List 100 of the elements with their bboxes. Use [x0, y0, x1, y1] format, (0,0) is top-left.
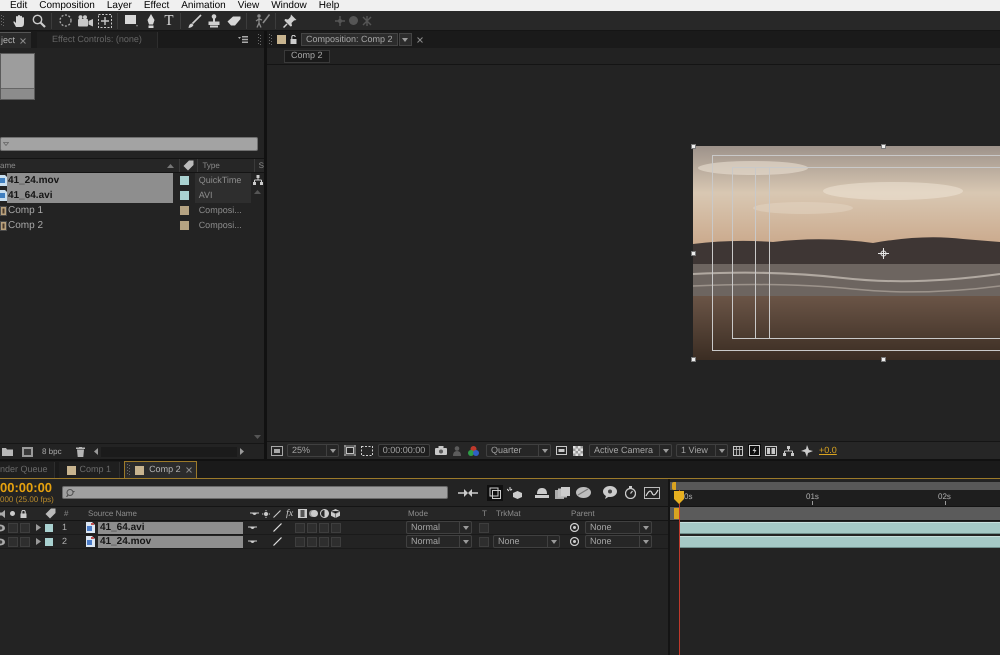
menu-item[interactable]: Edit: [10, 0, 28, 11]
parent-dropdown[interactable]: None: [585, 535, 652, 548]
ring-dot-icon[interactable]: [570, 523, 579, 532]
stopwatch-icon[interactable]: [625, 486, 636, 499]
menu-item[interactable]: Layer: [106, 0, 132, 11]
lightning-frame-icon[interactable]: [748, 444, 761, 457]
current-time[interactable]: 00:00:00: [0, 480, 60, 494]
line-dome-icon[interactable]: [248, 524, 257, 530]
column-header[interactable]: T: [482, 508, 492, 520]
column-header[interactable]: Type: [202, 160, 254, 172]
flowchart-icon[interactable]: [783, 446, 794, 456]
scroll-right-arrow-icon[interactable]: [240, 448, 244, 455]
flowchart-icon[interactable]: [252, 175, 262, 185]
eye-icon[interactable]: [0, 524, 5, 532]
trash-icon[interactable]: [76, 446, 85, 456]
cube-icon[interactable]: [331, 509, 340, 518]
sparkle-icon[interactable]: [801, 444, 813, 456]
layer-switch[interactable]: [319, 536, 329, 546]
column-header[interactable]: S: [258, 160, 264, 172]
rgb-circles-icon[interactable]: [468, 446, 479, 456]
framed-rectangle-icon[interactable]: [271, 446, 283, 456]
column-header[interactable]: Parent: [571, 508, 595, 520]
camera-dropdown[interactable]: Active Camera: [589, 444, 672, 457]
layer-name[interactable]: 41_64.avi: [98, 522, 243, 534]
label-swatch-icon[interactable]: [180, 221, 189, 230]
lock-icon[interactable]: [20, 510, 27, 518]
label-swatch-icon[interactable]: [45, 524, 53, 532]
time-ruler[interactable]: 0s 01s 02s: [670, 490, 1000, 506]
layer-name[interactable]: 41_24.mov: [98, 536, 243, 548]
overlapping-squares-icon[interactable]: [487, 484, 503, 500]
close-icon[interactable]: [416, 36, 423, 42]
transparency-switch[interactable]: [479, 522, 489, 532]
column-header[interactable]: Mode: [408, 508, 478, 520]
stacked-squares-icon[interactable]: [555, 486, 570, 498]
brush-icon[interactable]: [188, 14, 202, 28]
camera-icon[interactable]: [435, 446, 447, 455]
search-icon[interactable]: [32, 14, 46, 28]
menu-item[interactable]: Composition: [39, 0, 95, 11]
blend-mode-dropdown[interactable]: Normal: [406, 535, 472, 548]
layer-switch[interactable]: [307, 536, 317, 546]
eye-icon[interactable]: [0, 538, 5, 546]
layer-switch[interactable]: [331, 536, 341, 546]
dome-bar-icon[interactable]: [535, 487, 549, 498]
layer-duration-bar[interactable]: [679, 522, 1000, 534]
view-layout-dropdown[interactable]: 1 View: [676, 444, 728, 457]
pin-icon[interactable]: [283, 14, 297, 28]
speech-bubble-icon[interactable]: [603, 486, 617, 499]
scroll-left-arrow-icon[interactable]: [94, 448, 98, 455]
menu-item[interactable]: Animation: [181, 0, 226, 11]
lock-switch[interactable]: [20, 536, 30, 546]
label-swatch-icon[interactable]: [180, 206, 189, 215]
panel-tab[interactable]: Comp 2: [124, 461, 197, 478]
arrows-meeting-icon[interactable]: [458, 488, 478, 498]
lock-icon[interactable]: [290, 35, 297, 44]
project-item[interactable]: 41_24.mov: [7, 173, 173, 188]
selection-handle[interactable]: [691, 251, 696, 256]
resolution-dropdown[interactable]: Quarter: [486, 444, 551, 457]
overlapping-circles-icon[interactable]: [309, 509, 318, 518]
half-circle-icon[interactable]: [320, 509, 329, 518]
slashed-ellipse-icon[interactable]: [576, 487, 591, 498]
column-header[interactable]: #: [64, 508, 84, 520]
blend-mode-dropdown[interactable]: Normal: [406, 521, 472, 534]
figure-brush-icon[interactable]: [254, 14, 270, 28]
dashed-rectangle-icon[interactable]: [361, 446, 373, 456]
wave-graph-icon[interactable]: [644, 486, 660, 498]
breadcrumb-tab[interactable]: Comp 2: [284, 50, 330, 62]
dashed-circle-icon[interactable]: [59, 14, 72, 27]
line-dome-icon[interactable]: [248, 538, 257, 544]
line-dome-icon[interactable]: [250, 510, 259, 516]
selection-handle[interactable]: [881, 357, 886, 362]
framed-square-icon[interactable]: [22, 446, 33, 456]
column-header[interactable]: fx: [286, 506, 296, 521]
hand-icon[interactable]: [12, 14, 26, 28]
dashed-square-icon[interactable]: [98, 14, 112, 28]
search-field[interactable]: [0, 137, 258, 151]
ring-dot-icon[interactable]: [570, 537, 579, 546]
track-matte-dropdown[interactable]: None: [493, 535, 560, 548]
dot-icon[interactable]: [10, 511, 15, 516]
framed-bar-icon[interactable]: [556, 446, 567, 455]
menu-item[interactable]: Window: [271, 0, 307, 11]
layer-switch[interactable]: [307, 522, 317, 532]
panel-dropdown[interactable]: [398, 33, 412, 46]
project-item[interactable]: Comp 2: [7, 218, 173, 233]
anchor-point-icon[interactable]: [878, 248, 889, 259]
crosshair-dot-icon[interactable]: [335, 16, 345, 26]
label-swatch-icon[interactable]: [180, 191, 189, 200]
selection-handle[interactable]: [881, 144, 886, 149]
folder-icon[interactable]: [2, 447, 13, 456]
pen-icon[interactable]: [146, 14, 156, 28]
selection-handle[interactable]: [691, 357, 696, 362]
transparency-switch[interactable]: [479, 536, 489, 546]
solo-switch[interactable]: [8, 522, 18, 532]
selection-handle[interactable]: [691, 144, 696, 149]
layer-switch[interactable]: [331, 522, 341, 532]
timecode-field[interactable]: 0:00:00:00: [378, 444, 430, 457]
stamp-icon[interactable]: [208, 14, 220, 28]
camera-icon[interactable]: [78, 14, 93, 26]
column-header[interactable]: TrkMat: [496, 508, 566, 520]
bit-depth-button[interactable]: 8 bpc: [40, 446, 64, 458]
parent-dropdown[interactable]: None: [585, 521, 652, 534]
